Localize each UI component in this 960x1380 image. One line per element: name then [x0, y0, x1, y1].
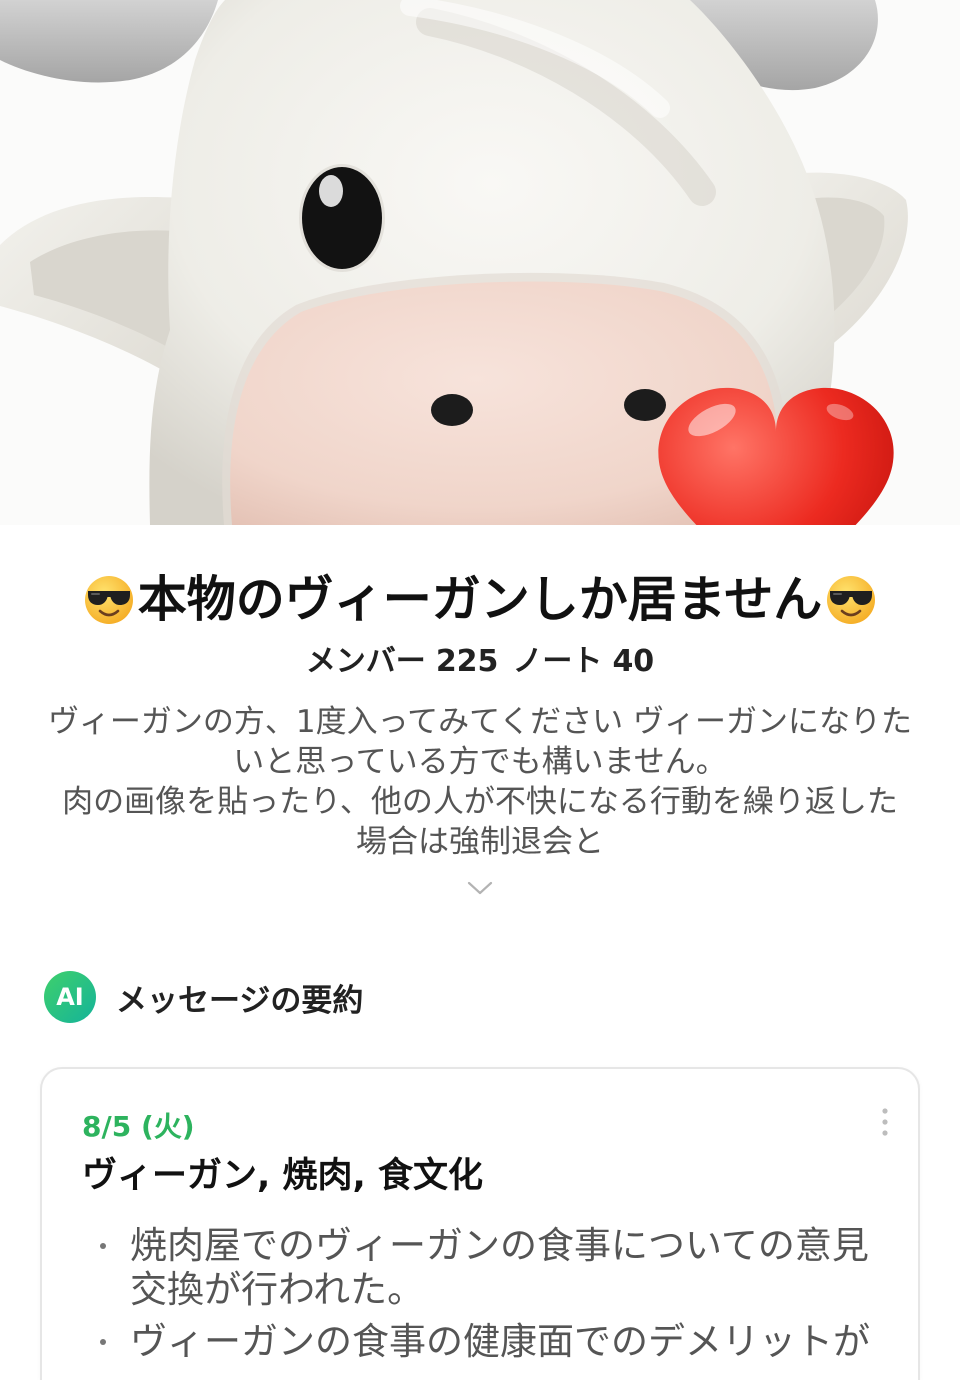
- cow-eye: [299, 164, 385, 272]
- chevron-down-icon[interactable]: [464, 879, 496, 897]
- summary-card[interactable]: 8/5 (火) ヴィーガン, 焼肉, 食文化 焼肉屋でのヴィーガンの食事について…: [40, 1067, 920, 1380]
- more-options-button[interactable]: [875, 1107, 895, 1137]
- summary-topics: ヴィーガン, 焼肉, 食文化: [82, 1156, 483, 1196]
- right-nostril: [624, 389, 666, 421]
- summary-bullet-line: ヴィーガンの食事の健康面でのデメリットが: [130, 1320, 870, 1363]
- ai-summary-header: AI メッセージの要約: [44, 971, 363, 1023]
- summary-bullet-line: 交換が行われた。: [130, 1268, 425, 1311]
- cover-image: [0, 0, 960, 525]
- chat-title: 本物のヴィーガンしか居ません: [137, 571, 823, 628]
- left-sunglasses-emoji-icon: [84, 576, 133, 624]
- member-count-label: メンバー: [305, 644, 426, 679]
- note-count[interactable]: ノート 40: [512, 642, 654, 682]
- description-line: 場合は強制退会と: [356, 824, 604, 860]
- summary-bullet-list: 焼肉屋でのヴィーガンの食事についての意見 交換が行われた。 ヴィーガンの食事の健…: [42, 1224, 918, 1372]
- cow-illustration: [0, 0, 960, 525]
- ai-summary-heading: メッセージの要約: [116, 982, 364, 1019]
- member-count[interactable]: メンバー 225: [306, 642, 499, 682]
- summary-bullet: ヴィーガンの食事の健康面でのデメリットが: [42, 1320, 918, 1364]
- ai-badge-icon: AI: [44, 971, 96, 1023]
- description-line: ヴィーガンの方、1度入ってみてください ヴィーガンになりた: [47, 704, 913, 740]
- chat-description: ヴィーガンの方、1度入ってみてください ヴィーガンになりた いと思っている方でも…: [20, 702, 940, 862]
- expand-description-button[interactable]: [464, 879, 496, 897]
- right-sunglasses-emoji-icon: [827, 576, 876, 624]
- more-vertical-icon[interactable]: [875, 1107, 895, 1137]
- chat-stats: メンバー 225 ノート 40: [0, 642, 960, 682]
- openchat-profile-page: 本物のヴィーガンしか居ません メンバー 225 ノート 40 ヴィーガンの方、1: [0, 0, 960, 1380]
- note-count-label: ノート: [512, 644, 603, 679]
- left-nostril: [431, 394, 473, 426]
- bullet-dot: [100, 1243, 106, 1249]
- description-line: 肉の画像を貼ったり、他の人が不快になる行動を繰り返した: [62, 784, 898, 820]
- bullet-dot: [100, 1339, 106, 1345]
- member-count-value: 225: [435, 644, 499, 679]
- summary-bullet: 焼肉屋でのヴィーガンの食事についての意見 交換が行われた。: [42, 1224, 918, 1312]
- chat-title-row: 本物のヴィーガンしか居ません: [0, 570, 960, 630]
- summary-date: 8/5 (火): [82, 1110, 195, 1143]
- note-count-value: 40: [612, 644, 655, 679]
- description-line: いと思っている方でも構いません。: [233, 744, 727, 780]
- summary-bullet-line: 焼肉屋でのヴィーガンの食事についての意見: [130, 1224, 869, 1267]
